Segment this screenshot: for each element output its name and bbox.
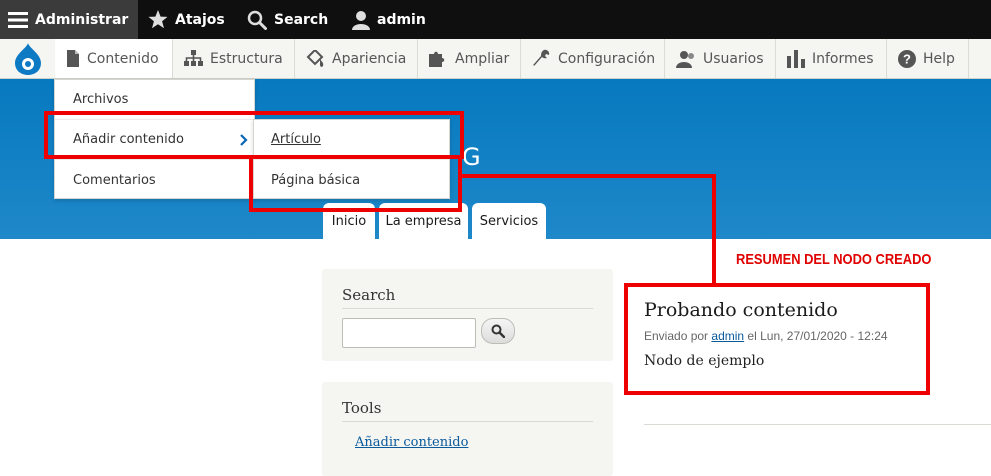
user-label: admin (377, 11, 426, 28)
search-label: Search (274, 11, 329, 28)
drupal-icon (14, 42, 41, 75)
menu-item-label: Comentarios (73, 172, 156, 188)
tab-servicios[interactable]: Servicios (472, 203, 546, 239)
search-block: Search (322, 269, 613, 361)
tray-label: Apariencia (332, 50, 407, 67)
tray-label: Configuración (558, 50, 656, 67)
tray-item-usuarios[interactable]: Usuarios (665, 39, 776, 78)
tray-label: Contenido (87, 50, 159, 67)
administer-label: Administrar (35, 11, 129, 28)
tray-item-informes[interactable]: Informes (776, 39, 887, 78)
chart-icon (787, 49, 805, 68)
help-icon: ? (898, 49, 916, 68)
block-divider (342, 308, 593, 309)
tray-label: Help (923, 50, 955, 67)
svg-text:?: ? (903, 51, 911, 66)
connector-line (460, 174, 716, 178)
tray-label: Informes (812, 50, 874, 67)
tray-item-ampliar[interactable]: Ampliar (418, 39, 521, 78)
user-icon (352, 10, 370, 30)
search-block-title: Search (342, 286, 396, 304)
search-icon (491, 324, 505, 338)
tray-item-contenido[interactable]: Contenido (55, 39, 173, 78)
puzzle-icon (429, 51, 445, 67)
meta-prefix: Enviado por (644, 329, 709, 343)
node-body: Nodo de ejemplo (644, 353, 765, 369)
tray-item-help[interactable]: ? Help (887, 39, 969, 78)
wrench-icon (533, 49, 550, 66)
node-meta: Enviado por admin el Lun, 27/01/2020 - 1… (644, 329, 888, 343)
users-icon (676, 50, 694, 68)
tray-item-apariencia[interactable]: Apariencia (295, 39, 418, 78)
node-divider (644, 424, 991, 425)
site-title[interactable]: G (462, 143, 481, 171)
tools-block-title: Tools (342, 399, 382, 417)
highlight-box-submenu (249, 155, 462, 212)
sitemap-icon (184, 50, 203, 66)
menu-item-comentarios[interactable]: Comentarios (55, 160, 254, 200)
add-content-link[interactable]: Añadir contenido (355, 435, 468, 450)
search-submit-button[interactable] (481, 318, 515, 344)
admin-tray: Contenido Estructura Apariencia Ampliar … (0, 39, 991, 79)
shortcuts-label: Atajos (175, 11, 225, 28)
menu-item-label: Archivos (73, 92, 129, 107)
user-button[interactable]: admin (352, 0, 426, 39)
file-icon (67, 50, 79, 67)
hamburger-icon (8, 11, 28, 28)
tray-label: Estructura (210, 50, 283, 67)
paint-icon (306, 49, 324, 67)
connector-line (712, 174, 716, 286)
admin-toolbar: Administrar Atajos Search admin (0, 0, 991, 39)
tray-item-configuracion[interactable]: Configuración (521, 39, 665, 78)
star-icon (148, 10, 168, 29)
author-link[interactable]: admin (711, 329, 744, 343)
block-divider (342, 421, 593, 422)
tray-label: Usuarios (703, 50, 764, 67)
tab-label: Servicios (479, 213, 539, 229)
highlight-box-menu (44, 111, 464, 159)
tools-block: Tools Añadir contenido (322, 382, 613, 476)
tray-item-estructura[interactable]: Estructura (173, 39, 295, 78)
shortcuts-button[interactable]: Atajos (148, 0, 225, 39)
tray-label: Ampliar (455, 50, 510, 67)
search-input[interactable] (342, 318, 476, 348)
annotation-label: RESUMEN DEL NODO CREADO (736, 251, 932, 268)
meta-date: el Lun, 27/01/2020 - 12:24 (747, 329, 888, 343)
administer-button[interactable]: Administrar (0, 0, 138, 39)
node-title[interactable]: Probando contenido (644, 299, 838, 321)
search-icon (247, 10, 267, 30)
drupal-logo[interactable] (0, 39, 55, 78)
tab-label: Inicio (331, 213, 367, 229)
tab-label: La empresa (385, 213, 462, 229)
search-button[interactable]: Search (247, 0, 328, 39)
